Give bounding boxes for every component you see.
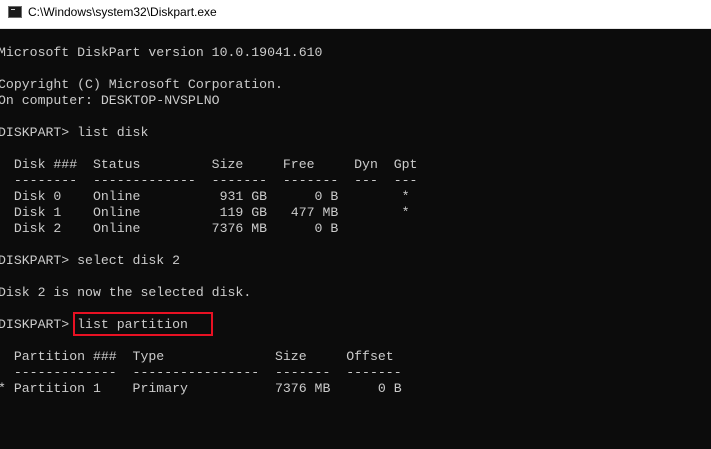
- console-line: ------------- ---------------- ------- -…: [0, 365, 402, 380]
- console-line: Disk 1 Online 119 GB 477 MB *: [0, 205, 410, 220]
- console-line: Disk 2 Online 7376 MB 0 B: [0, 221, 339, 236]
- console-line: Disk 2 is now the selected disk.: [0, 285, 252, 300]
- console-line: * Partition 1 Primary 7376 MB 0 B: [0, 381, 402, 396]
- console-output[interactable]: Microsoft DiskPart version 10.0.19041.61…: [0, 28, 711, 449]
- console-line: DISKPART> list disk: [0, 125, 149, 140]
- console-line: Partition ### Type Size Offset: [0, 349, 394, 364]
- console-line: On computer: DESKTOP-NVSPLNO: [0, 93, 220, 108]
- console-line: Disk ### Status Size Free Dyn Gpt: [0, 157, 418, 172]
- console-line: Disk 0 Online 931 GB 0 B *: [0, 189, 410, 204]
- console-line: Microsoft DiskPart version 10.0.19041.61…: [0, 45, 323, 60]
- window-title: C:\Windows\system32\Diskpart.exe: [28, 5, 217, 19]
- console-window-icon: [8, 6, 22, 18]
- console-line: -------- ------------- ------- ------- -…: [0, 173, 418, 188]
- console-line: Copyright (C) Microsoft Corporation.: [0, 77, 283, 92]
- title-bar[interactable]: C:\Windows\system32\Diskpart.exe: [0, 0, 711, 29]
- console-line: DISKPART> select disk 2: [0, 253, 181, 268]
- highlight-box-list-partition: [73, 312, 213, 336]
- diskpart-window: C:\Windows\system32\Diskpart.exe Microso…: [0, 0, 711, 449]
